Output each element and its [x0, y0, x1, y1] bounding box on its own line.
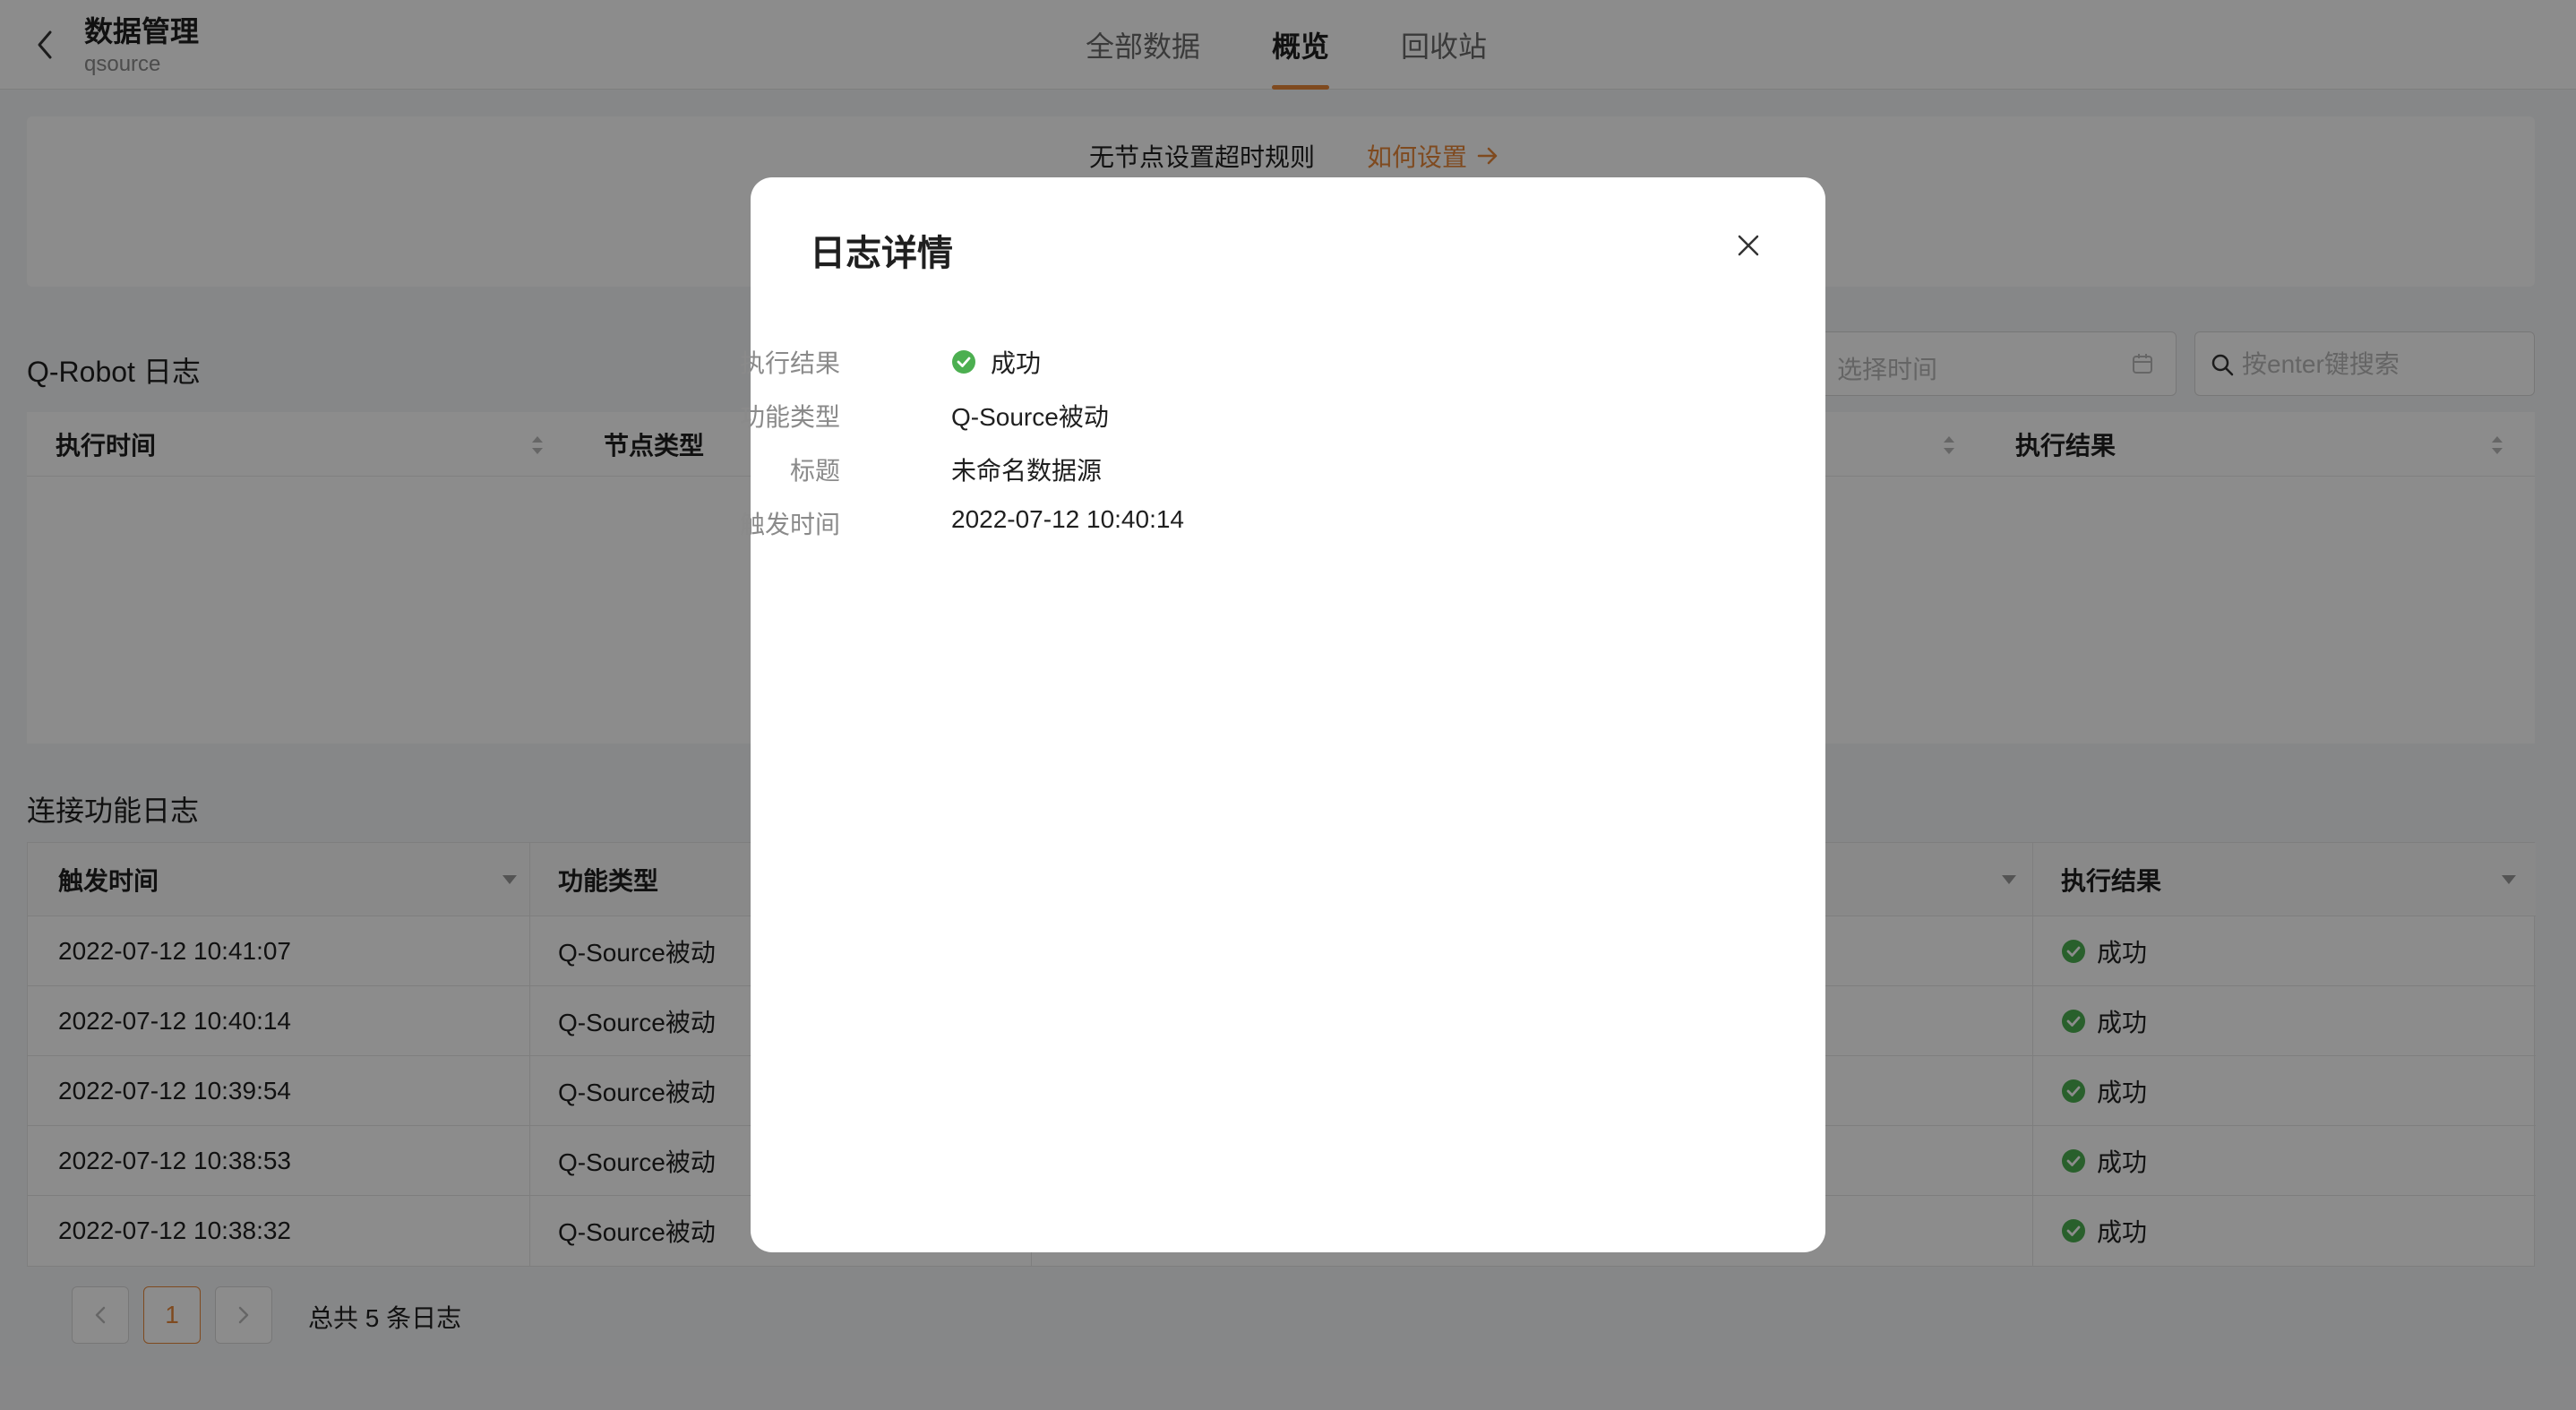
close-icon: [1738, 235, 1759, 256]
detail-value: Q-Source被动: [951, 403, 1109, 431]
detail-label: 触发时间: [739, 511, 840, 538]
detail-value: 未命名数据源: [951, 457, 1103, 485]
close-button[interactable]: [1729, 226, 1768, 265]
detail-row-result: 执行结果 成功: [740, 344, 1825, 380]
detail-value: 2022-07-12 10:40:14: [951, 505, 1184, 533]
detail-value-text: 成功: [991, 349, 1042, 377]
detail-value: 成功: [951, 344, 1041, 380]
modal-title: 日志详情: [810, 234, 953, 273]
detail-row-function-type: 功能类型 Q-Source被动: [740, 398, 1825, 434]
detail-label: 标题: [789, 457, 840, 485]
log-detail-modal: 日志详情 执行结果 成功 功能类型 Q-Source被动 标题 未命名数据源 触…: [740, 177, 1825, 1252]
success-check-icon: [952, 350, 975, 374]
detail-label: 功能类型: [739, 403, 840, 431]
detail-row-trigger-time: 触发时间 2022-07-12 10:40:14: [740, 505, 1825, 541]
detail-label: 执行结果: [739, 349, 840, 377]
detail-row-title: 标题 未命名数据源: [751, 451, 1825, 487]
